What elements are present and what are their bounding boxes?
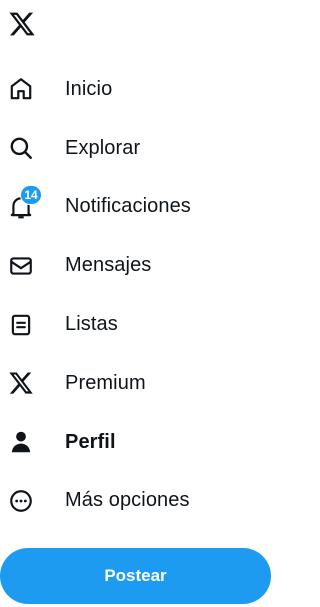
search-icon	[7, 134, 35, 162]
nav-item-notificaciones[interactable]: 14 Notificaciones	[0, 178, 271, 237]
x-logo-icon	[7, 369, 35, 397]
post-button[interactable]: Postear	[0, 548, 271, 604]
nav-label: Notificaciones	[65, 195, 191, 218]
nav-label: Más opciones	[65, 489, 190, 512]
nav-label: Premium	[65, 371, 146, 394]
nav-item-perfil[interactable]: Perfil	[0, 413, 271, 472]
list-icon	[7, 311, 35, 339]
home-icon	[7, 75, 35, 103]
person-icon	[7, 428, 35, 456]
nav-label: Listas	[65, 313, 118, 336]
nav-label: Mensajes	[65, 254, 152, 277]
notification-count-badge: 14	[20, 184, 42, 205]
nav-item-explorar[interactable]: Explorar	[0, 119, 271, 178]
x-logo-icon[interactable]	[8, 10, 36, 38]
primary-navigation: Inicio Explorar 14 Notificaciones Mensaj…	[0, 60, 271, 530]
more-circle-icon	[7, 487, 35, 515]
nav-item-mensajes[interactable]: Mensajes	[0, 236, 271, 295]
nav-label: Explorar	[65, 136, 141, 159]
nav-label: Inicio	[65, 77, 113, 100]
nav-item-listas[interactable]: Listas	[0, 295, 271, 354]
nav-item-inicio[interactable]: Inicio	[0, 60, 271, 119]
bell-icon: 14	[7, 184, 42, 221]
nav-label: Perfil	[65, 430, 116, 453]
envelope-icon	[7, 252, 35, 280]
nav-item-premium[interactable]: Premium	[0, 354, 271, 413]
nav-item-mas-opciones[interactable]: Más opciones	[0, 472, 271, 531]
